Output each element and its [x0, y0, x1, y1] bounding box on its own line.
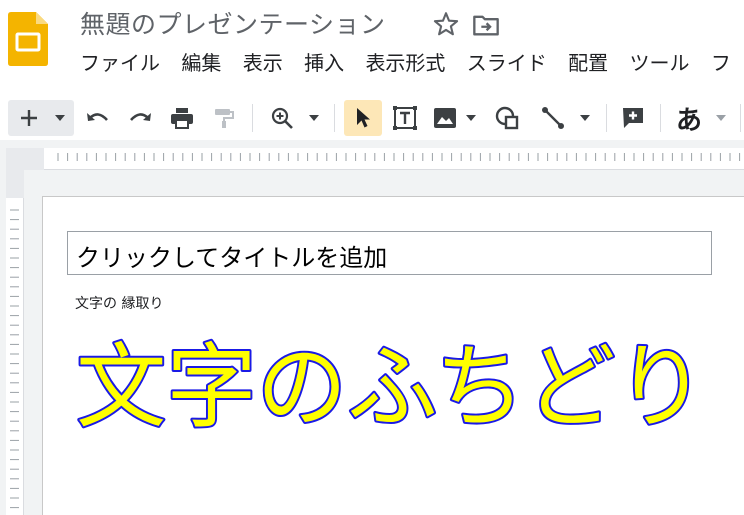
menu-file[interactable]: ファイル — [80, 48, 160, 78]
word-art-text[interactable]: 文字のふちどり — [74, 332, 708, 443]
line-button[interactable] — [536, 100, 570, 136]
toolbar: あ — [0, 96, 744, 140]
insert-image-button[interactable] — [428, 100, 462, 136]
vertical-ruler[interactable] — [6, 170, 24, 515]
image-icon — [434, 108, 456, 128]
menu-edit[interactable]: 編集 — [181, 48, 221, 78]
paint-format-button[interactable] — [208, 100, 240, 136]
font-label: あ — [675, 105, 702, 136]
cursor-icon — [357, 108, 370, 128]
toolbar-separator — [606, 104, 607, 132]
title-placeholder-box[interactable]: クリックしてタイトルを追加 — [67, 231, 712, 275]
ruler-ticks — [57, 153, 741, 161]
paint-format-icon — [215, 109, 234, 128]
line-dropdown[interactable] — [574, 100, 596, 136]
toolbar-separator — [740, 104, 741, 132]
chevron-down-icon — [716, 115, 726, 121]
zoom-dropdown[interactable] — [302, 100, 326, 136]
word-art-container: 文字のふちどり — [74, 332, 708, 443]
line-icon — [542, 107, 564, 129]
toolbar-separator — [252, 104, 253, 132]
font-button[interactable]: あ — [670, 100, 708, 136]
new-slide-button[interactable] — [12, 100, 46, 136]
subtitle-text[interactable]: 文字の 縁取り — [75, 293, 163, 313]
shape-icon — [495, 106, 519, 130]
zoom-icon — [271, 107, 293, 129]
chevron-down-icon — [466, 115, 476, 121]
app-header: 無題のプレゼンテーション ファイル 編集 表示 挿入 表示形式 スライド 配置 … — [0, 0, 744, 92]
text-box-button[interactable] — [388, 100, 422, 136]
document-title[interactable]: 無題のプレゼンテーション — [80, 5, 386, 41]
ruler-corner — [6, 148, 24, 170]
print-icon — [171, 108, 193, 129]
toolbar-separator — [334, 104, 335, 132]
insert-image-dropdown[interactable] — [462, 100, 480, 136]
move-to-folder-icon[interactable] — [472, 12, 500, 38]
menu-tools[interactable]: ツール — [630, 48, 690, 78]
undo-button[interactable] — [82, 100, 114, 136]
star-icon[interactable] — [432, 10, 460, 38]
shape-button[interactable] — [490, 100, 524, 136]
menu-view[interactable]: 表示 — [243, 48, 283, 78]
editor-canvas: クリックしてタイトルを追加 文字の 縁取り 文字のふちどり — [0, 140, 744, 515]
text-box-icon — [393, 106, 417, 130]
select-tool-button[interactable] — [344, 100, 382, 136]
print-button[interactable] — [166, 100, 198, 136]
menu-slide[interactable]: スライド — [467, 48, 547, 78]
undo-icon — [87, 113, 108, 121]
chevron-down-icon — [55, 115, 65, 121]
menu-insert[interactable]: 挿入 — [304, 48, 344, 78]
menubar: ファイル 編集 表示 挿入 表示形式 スライド 配置 ツール フ — [80, 48, 744, 80]
zoom-button[interactable] — [266, 100, 298, 136]
redo-button[interactable] — [124, 100, 156, 136]
plus-icon — [21, 110, 37, 126]
font-dropdown[interactable] — [710, 100, 732, 136]
new-slide-layout-dropdown[interactable] — [48, 100, 72, 136]
title-placeholder-text: クリックしてタイトルを追加 — [76, 244, 388, 272]
toolbar-separator — [660, 104, 661, 132]
slides-logo-icon[interactable] — [8, 12, 48, 66]
add-comment-button[interactable] — [616, 100, 650, 136]
redo-icon — [130, 113, 151, 121]
add-comment-icon — [623, 108, 643, 128]
slide[interactable]: クリックしてタイトルを追加 文字の 縁取り 文字のふちどり — [42, 196, 744, 515]
menu-more[interactable]: フ — [711, 48, 731, 78]
chevron-down-icon — [309, 115, 319, 121]
horizontal-ruler[interactable] — [24, 148, 744, 170]
chevron-down-icon — [580, 115, 590, 121]
menu-arrange[interactable]: 配置 — [568, 48, 608, 78]
ruler-ticks — [10, 209, 19, 509]
menu-format[interactable]: 表示形式 — [365, 48, 445, 78]
